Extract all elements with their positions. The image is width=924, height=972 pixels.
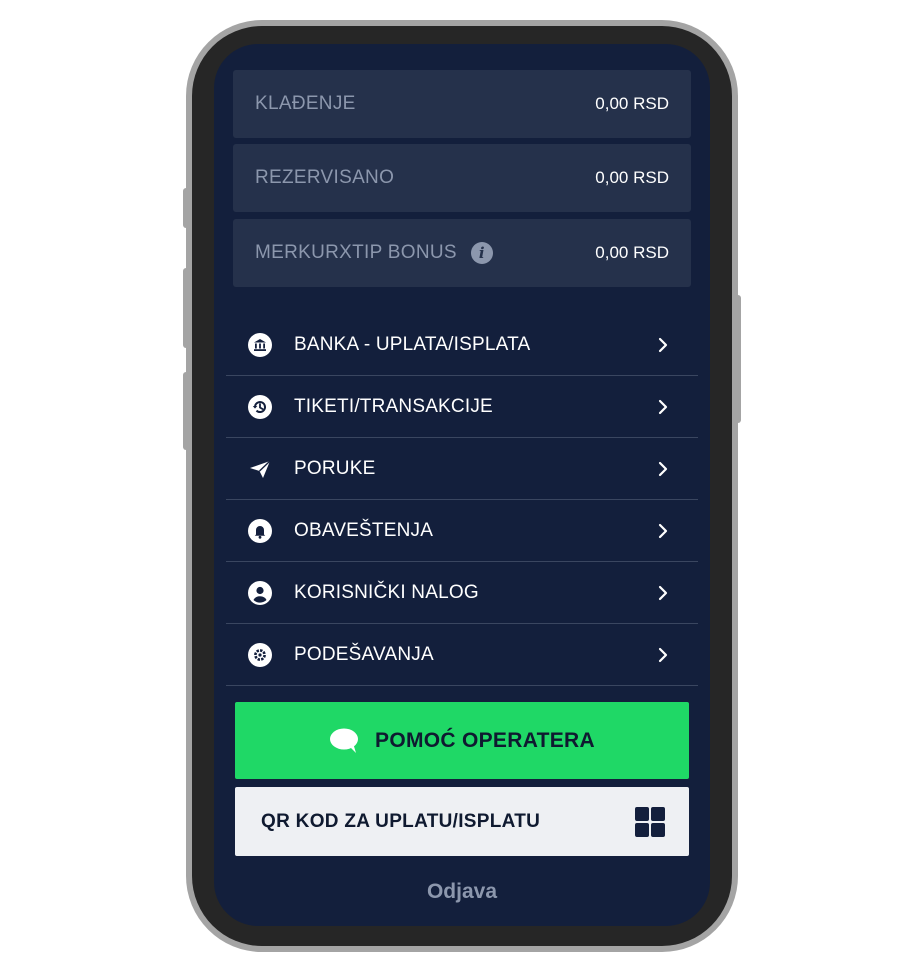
- menu-item-label: BANKA - UPLATA/ISPLATA: [294, 333, 531, 355]
- phone-screen: KLAĐENJE 0,00 RSD REZERVISANO 0,00 RSD M…: [214, 44, 710, 926]
- chat-bubble-icon: [330, 728, 359, 753]
- menu-item-label: KORISNIČKI NALOG: [294, 581, 479, 603]
- menu-item-label: PORUKE: [294, 457, 376, 479]
- menu-item-notifications[interactable]: OBAVEŠTENJA: [226, 500, 698, 562]
- operator-help-label: POMOĆ OPERATERA: [375, 728, 595, 752]
- menu-item-tickets[interactable]: TIKETI/TRANSAKCIJE: [226, 376, 698, 438]
- operator-help-button[interactable]: POMOĆ OPERATERA: [235, 702, 689, 779]
- balance-value: 0,00 RSD: [595, 94, 669, 113]
- qr-grid-icon: [635, 806, 665, 837]
- mute-switch: [183, 188, 189, 228]
- user-circle-icon: [248, 580, 272, 605]
- volume-down-button: [183, 372, 189, 450]
- info-icon[interactable]: i: [470, 242, 493, 264]
- menu-item-label: TIKETI/TRANSAKCIJE: [294, 395, 493, 417]
- power-button: [735, 295, 741, 423]
- menu-item-label: OBAVEŠTENJA: [294, 519, 434, 541]
- history-icon: [248, 394, 272, 419]
- menu-item-label: PODEŠAVANJA: [294, 643, 434, 665]
- qr-code-button[interactable]: QR KOD ZA UPLATU/ISPLATU: [235, 787, 689, 856]
- balance-value: 0,00 RSD: [595, 243, 669, 262]
- balance-label: REZERVISANO: [255, 167, 395, 188]
- menu-item-settings[interactable]: PODEŠAVANJA: [226, 624, 698, 686]
- balance-row-bonus: MERKURXTIP BONUS i 0,00 RSD: [233, 219, 691, 287]
- chevron-right-icon: [658, 461, 668, 476]
- balance-row-reserved: REZERVISANO 0,00 RSD: [233, 144, 691, 212]
- logout-link[interactable]: Odjava: [214, 880, 710, 904]
- qr-code-label: QR KOD ZA UPLATU/ISPLATU: [261, 810, 541, 832]
- account-menu: BANKA - UPLATA/ISPLATA TIKETI/TRANSAKCIJ…: [226, 314, 698, 686]
- menu-item-messages[interactable]: PORUKE: [226, 438, 698, 500]
- balance-row-betting: KLAĐENJE 0,00 RSD: [233, 70, 691, 138]
- bank-icon: [248, 332, 272, 357]
- chevron-right-icon: [658, 337, 668, 352]
- menu-item-bank[interactable]: BANKA - UPLATA/ISPLATA: [226, 314, 698, 376]
- bell-icon: [248, 518, 272, 543]
- paper-plane-icon: [248, 457, 272, 481]
- balance-label-bonus: MERKURXTIP BONUS i: [255, 242, 493, 264]
- chevron-right-icon: [658, 647, 668, 662]
- chevron-right-icon: [658, 523, 668, 538]
- balance-label: KLAĐENJE: [255, 93, 356, 114]
- gear-icon: [248, 642, 272, 667]
- volume-up-button: [183, 268, 189, 348]
- balance-label-text: MERKURXTIP BONUS: [255, 242, 457, 263]
- balance-value: 0,00 RSD: [595, 168, 669, 187]
- chevron-right-icon: [658, 399, 668, 414]
- menu-item-account[interactable]: KORISNIČKI NALOG: [226, 562, 698, 624]
- chevron-right-icon: [658, 585, 668, 600]
